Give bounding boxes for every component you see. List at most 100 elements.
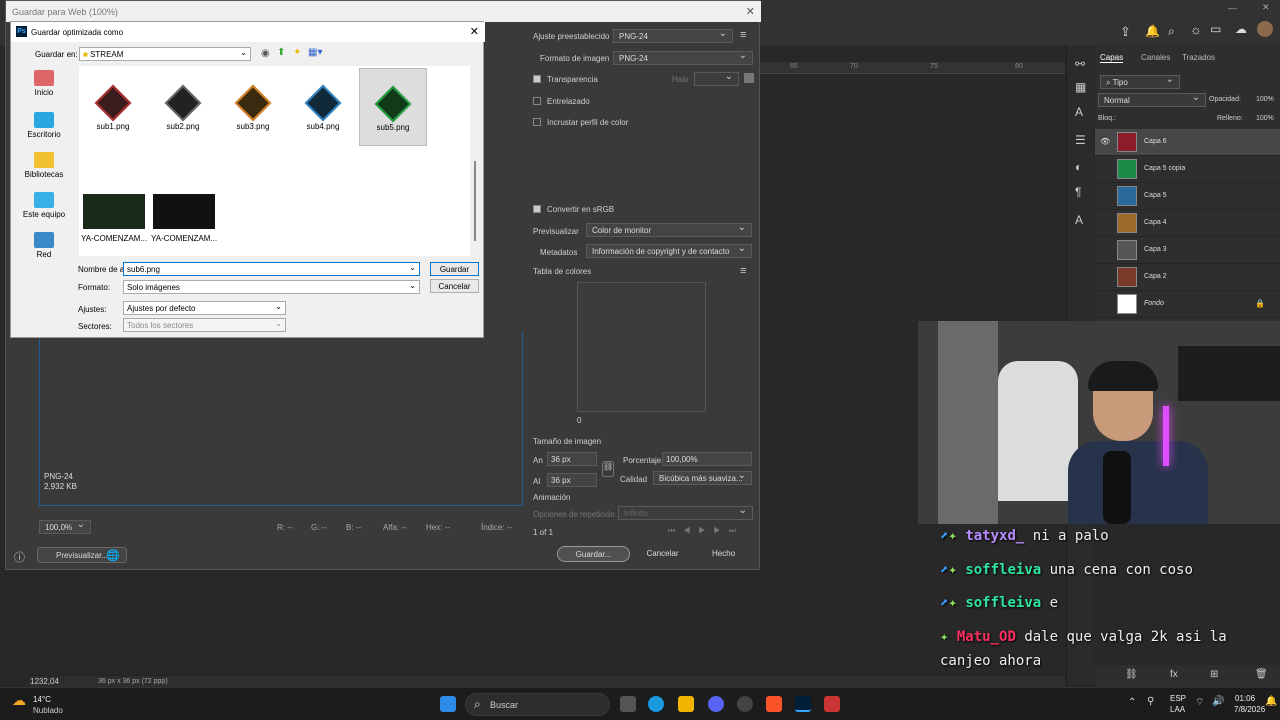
zoom-select[interactable]: 100,0% (39, 519, 91, 534)
cloud-icon[interactable]: ☁ (1235, 22, 1247, 36)
srgb-checkbox[interactable] (533, 205, 541, 213)
fill-value[interactable]: 100% (1256, 115, 1274, 122)
github-icon[interactable] (737, 696, 753, 712)
embed-profile-checkbox[interactable] (533, 118, 541, 126)
search-icon[interactable]: ⌕ (1168, 24, 1175, 39)
close-icon[interactable]: ✕ (746, 5, 755, 18)
minimize-icon[interactable]: — (1228, 3, 1237, 13)
app-icon[interactable] (824, 696, 840, 712)
start-icon[interactable] (440, 696, 456, 712)
volume-icon[interactable]: 🔊 (1212, 696, 1224, 707)
format-select[interactable]: Solo imágenes ⌄ (123, 280, 420, 294)
location-icon[interactable]: ⚲ (1147, 696, 1154, 707)
preset-select[interactable]: PNG-24 (613, 28, 733, 43)
place-this-pc[interactable]: Este equipo (19, 192, 69, 219)
file-name[interactable]: YA-COMENZAM... (151, 234, 217, 243)
save-button[interactable]: Guardar (430, 262, 479, 276)
tab-layers[interactable]: Capas (1100, 53, 1124, 63)
opacity-value[interactable]: 100% (1256, 96, 1274, 103)
language-secondary[interactable]: LAA (1170, 705, 1185, 714)
preview-select[interactable]: Color de monitor (586, 222, 752, 237)
view-menu-icon[interactable]: ▦▾ (308, 47, 322, 58)
blend-mode-select[interactable]: Normal (1098, 92, 1206, 107)
libraries-icon[interactable]: ⚯ (1075, 57, 1085, 71)
file-name[interactable]: YA-COMENZAM... (81, 234, 147, 243)
menu-icon[interactable]: ≡ (740, 265, 746, 277)
weather-temp[interactable]: 14°C (33, 695, 51, 704)
place-home[interactable]: Inicio (19, 70, 69, 97)
type-icon[interactable]: A (1075, 105, 1083, 119)
back-icon[interactable]: ◉ (261, 48, 270, 59)
format-select[interactable]: PNG-24 (613, 50, 753, 65)
layer-row[interactable]: Capa 5 copia (1095, 156, 1280, 183)
clock-date[interactable]: 7/8/2026 (1234, 705, 1265, 714)
brave-icon[interactable] (766, 696, 782, 712)
transparency-checkbox[interactable] (533, 75, 541, 83)
settings-select[interactable]: Ajustes por defecto ⌄ (123, 301, 286, 315)
search-box[interactable]: ⌕ Buscar (465, 693, 610, 716)
height-input[interactable]: 36 px (547, 473, 597, 487)
place-libraries[interactable]: Bibliotecas (19, 152, 69, 179)
wifi-icon[interactable]: ⌔ (1195, 696, 1204, 709)
file-item[interactable]: sub1.png (79, 68, 147, 146)
menu-icon[interactable]: ≡ (740, 29, 746, 41)
tab-paths[interactable]: Trazados (1182, 53, 1215, 62)
file-item[interactable]: sub4.png (289, 68, 357, 146)
new-folder-icon[interactable]: ✦ (293, 47, 301, 58)
adjust-icon[interactable]: ☰ (1075, 133, 1086, 147)
layer-row[interactable]: Capa 2 (1095, 264, 1280, 291)
width-input[interactable]: 36 px (547, 452, 597, 466)
avatar[interactable] (1257, 21, 1273, 37)
language-primary[interactable]: ESP (1170, 694, 1186, 703)
place-network[interactable]: Red (19, 232, 69, 259)
layer-row[interactable]: Capa 3 (1095, 237, 1280, 264)
chevron-up-icon[interactable]: ⌃ (1128, 697, 1136, 708)
quality-select[interactable]: Bicúbica más suaviza... (653, 470, 752, 485)
cancel-button[interactable]: Cancelar (635, 546, 690, 562)
scrollbar[interactable] (472, 66, 478, 256)
playback-icons[interactable]: ⏮◀▶▶⏭ (668, 526, 744, 536)
file-item[interactable]: sub3.png (219, 68, 287, 146)
scrollbar-thumb[interactable] (474, 161, 476, 241)
globe-icon[interactable]: 🌐 (106, 549, 120, 562)
file-item[interactable]: sub2.png (149, 68, 217, 146)
filename-input[interactable]: sub6.png ⌄ (123, 262, 420, 276)
photoshop-icon[interactable] (795, 696, 811, 712)
share-icon[interactable]: ⇪ (1120, 24, 1131, 40)
info-icon[interactable]: ⓘ (14, 549, 25, 565)
percent-input[interactable]: 100,00% (662, 452, 752, 466)
layer-row[interactable]: Fondo 🔒 (1095, 291, 1280, 318)
file-item[interactable]: sub5.png (359, 68, 427, 146)
metadata-select[interactable]: Información de copyright y de contacto (586, 243, 752, 258)
explorer-icon[interactable] (678, 696, 694, 712)
halo-select[interactable] (694, 71, 739, 86)
cancel-button[interactable]: Cancelar (430, 279, 479, 293)
layer-kind-filter[interactable]: ⌕ Tipo (1100, 74, 1180, 89)
done-button[interactable]: Hecho (696, 546, 751, 562)
layer-row[interactable]: Capa 5 (1095, 183, 1280, 210)
light-icon[interactable]: ☼ (1190, 22, 1202, 37)
edge-icon[interactable] (648, 696, 664, 712)
task-view-icon[interactable] (620, 696, 636, 712)
tab-channels[interactable]: Canales (1141, 53, 1170, 62)
link-icon[interactable]: ⛓ (602, 461, 614, 477)
paragraph-icon[interactable]: ¶ (1075, 185, 1081, 199)
bell-icon[interactable]: 🔔 (1145, 24, 1160, 38)
eye-icon[interactable]: 👁 (1100, 137, 1110, 146)
save-button[interactable]: Guardar... (557, 546, 630, 562)
interlaced-checkbox[interactable] (533, 97, 541, 105)
preview-area[interactable]: PNG-24 2,932 KB (39, 331, 523, 506)
close-icon[interactable]: ✕ (1262, 2, 1270, 13)
notifications-icon[interactable]: 🔔 (1265, 696, 1277, 707)
layer-row[interactable]: 👁 Capa 6 (1095, 129, 1280, 156)
layer-row[interactable]: Capa 4 (1095, 210, 1280, 237)
close-icon[interactable]: ✕ (470, 25, 479, 38)
repeat-select[interactable]: Infinito (618, 505, 753, 520)
halo-swatch[interactable] (744, 73, 754, 83)
zoom-value[interactable]: 1232,04 (30, 677, 59, 686)
slices-select[interactable]: Todos los sectores ⌄ (123, 318, 286, 332)
up-folder-icon[interactable]: ⬆ (277, 47, 285, 58)
character-icon[interactable]: A (1075, 213, 1083, 227)
place-desktop[interactable]: Escritorio (19, 112, 69, 139)
workspace-icon[interactable]: ▭ (1210, 22, 1221, 36)
